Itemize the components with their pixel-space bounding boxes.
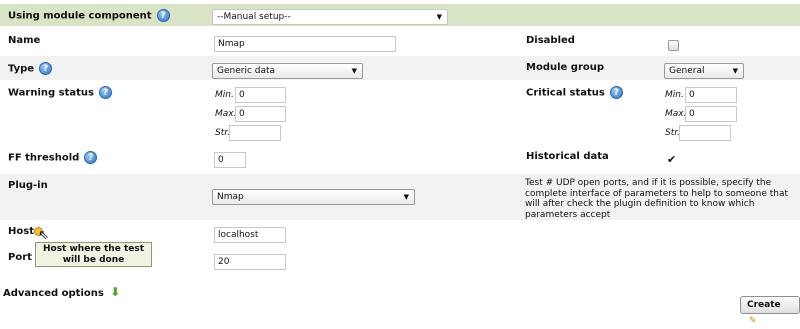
host-label: Host (8, 226, 34, 237)
plugin-description: Test # UDP open ports, and if it is poss… (525, 178, 788, 220)
historical-data-label: Historical data (526, 151, 609, 162)
critical-str-field[interactable] (679, 125, 731, 141)
critical-status-label-wrap: Critical status? (526, 86, 623, 99)
module-group-select-value: General (669, 66, 705, 76)
module-component-select-value: --Manual setup-- (217, 12, 291, 22)
ff-threshold-label: FF threshold (8, 152, 80, 164)
module-group-label: Module group (526, 62, 605, 73)
cursor-icon: ⇖ (38, 228, 49, 243)
chevron-down-icon: ▼ (732, 67, 738, 75)
host-field[interactable]: localhost (214, 227, 286, 243)
warning-str-field[interactable] (229, 125, 281, 141)
critical-status-label: Critical status (526, 87, 605, 99)
plugin-label: Plug-in (8, 180, 48, 191)
plugin-select-value: Nmap (217, 192, 244, 202)
warning-max-label: Max. (215, 109, 237, 119)
plugin-select[interactable]: Nmap ▼ (212, 189, 415, 205)
help-icon[interactable]: ? (156, 9, 170, 22)
type-label: Type (8, 63, 35, 75)
critical-min-field[interactable]: 0 (685, 87, 737, 103)
historical-data-checkbox[interactable]: ✔ (667, 154, 676, 165)
wand-icon: ✎ (749, 316, 757, 326)
host-tooltip: Host where the test will be done (35, 242, 152, 267)
warning-status-label-wrap: Warning status? (8, 86, 112, 99)
ff-threshold-field[interactable]: 0 (214, 152, 246, 168)
create-button[interactable]: Create ✎ (740, 296, 800, 326)
disabled-checkbox[interactable] (668, 40, 679, 51)
critical-str-label: Str. (665, 128, 680, 138)
port-label: Port (8, 252, 32, 263)
module-component-label: Using module component (8, 10, 152, 22)
port-field[interactable]: 20 (214, 254, 286, 270)
help-icon[interactable]: ? (609, 86, 623, 99)
type-label-wrap: Type? (8, 62, 53, 75)
warning-status-label: Warning status (8, 87, 94, 99)
warning-min-field[interactable]: 0 (235, 87, 286, 103)
create-button-label: Create (747, 300, 781, 310)
warning-min-label: Min. (215, 90, 234, 100)
critical-max-field[interactable]: 0 (685, 106, 737, 122)
type-select-value: Generic data (217, 66, 276, 76)
advanced-options-toggle[interactable]: Advanced options ⬇ (3, 285, 120, 299)
help-icon[interactable]: ? (84, 151, 98, 164)
green-arrow-down-icon: ⬇ (110, 285, 121, 299)
help-icon[interactable]: ? (99, 86, 112, 99)
chevron-down-icon: ▼ (351, 67, 357, 75)
critical-max-label: Max. (665, 109, 687, 119)
chevron-down-icon: ▼ (436, 13, 442, 21)
warning-str-label: Str. (215, 128, 230, 138)
type-select[interactable]: Generic data ▼ (212, 63, 363, 79)
disabled-label: Disabled (526, 35, 575, 46)
name-field[interactable]: Nmap (214, 36, 396, 52)
name-label: Name (8, 35, 41, 46)
module-component-label-wrap: Using module component? (8, 9, 170, 22)
advanced-options-label: Advanced options (3, 288, 104, 299)
help-icon[interactable]: ? (39, 62, 53, 75)
critical-min-label: Min. (665, 90, 684, 100)
ff-threshold-label-wrap: FF threshold? (8, 151, 98, 164)
module-group-select[interactable]: General ▼ (664, 63, 744, 79)
module-component-select[interactable]: --Manual setup-- ▼ (212, 9, 448, 25)
chevron-down-icon: ▼ (403, 193, 409, 201)
warning-max-field[interactable]: 0 (235, 106, 286, 122)
